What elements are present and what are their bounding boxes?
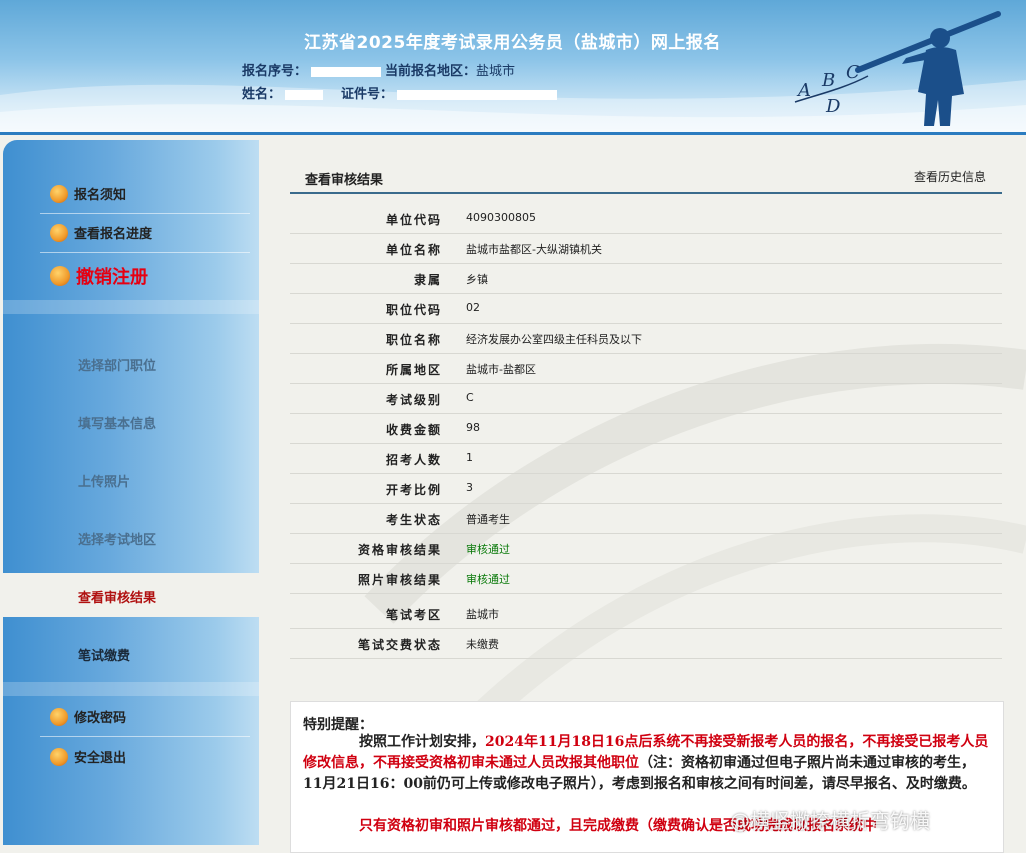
row-value: 普通考生 bbox=[466, 513, 510, 526]
abcd-letter: B bbox=[821, 70, 835, 91]
row-label: 所属地区 bbox=[385, 363, 442, 377]
region-value: 盐城市 bbox=[476, 64, 516, 79]
row-label: 考试级别 bbox=[385, 393, 442, 407]
region-label: 当前报名地区： bbox=[385, 64, 477, 79]
progress-icon bbox=[50, 223, 68, 242]
step-upload-photo[interactable]: 上传照片 bbox=[78, 471, 130, 490]
page-title: 江苏省2025年度考试录用公务员（盐城市）网上报名 bbox=[304, 33, 721, 53]
divider bbox=[40, 736, 250, 737]
row-value: 审核通过 bbox=[466, 543, 510, 556]
sidebar-item-cancel-registration[interactable]: 撤销注册 bbox=[50, 263, 148, 293]
row-label: 考生状态 bbox=[385, 513, 442, 527]
table-row: 笔试考区 盐城市 bbox=[290, 598, 1002, 629]
row-label: 资格审核结果 bbox=[357, 543, 442, 557]
name-masked bbox=[285, 89, 324, 100]
sidebar-band bbox=[3, 300, 259, 314]
row-label: 笔试交费状态 bbox=[357, 638, 442, 652]
row-value: 经济发展办公室四级主任科员及以下 bbox=[466, 333, 642, 346]
cancel-icon bbox=[50, 266, 70, 286]
notice-title: 特别提醒： bbox=[303, 717, 373, 733]
row-value: 3 bbox=[466, 481, 473, 494]
table-row: 所属地区 盐城市-盐都区 bbox=[290, 353, 1002, 384]
logout-icon bbox=[50, 747, 68, 766]
row-label: 收费金额 bbox=[385, 423, 442, 437]
row-label: 隶属 bbox=[413, 273, 442, 287]
table-row: 开考比例 3 bbox=[290, 473, 1002, 504]
sidebar-item-progress[interactable]: 查看报名进度 bbox=[50, 220, 152, 250]
sidebar-item-label: 撤销注册 bbox=[76, 267, 148, 288]
sidebar-item-change-password[interactable]: 修改密码 bbox=[50, 704, 126, 734]
id-masked bbox=[397, 89, 558, 100]
row-value: 4090300805 bbox=[466, 211, 536, 224]
notice-lead: 按照工作计划安排， bbox=[359, 734, 485, 750]
abcd-letter: D bbox=[825, 96, 841, 117]
section-title: 查看审核结果 bbox=[305, 173, 384, 188]
table-row: 考试级别 C bbox=[290, 383, 1002, 414]
identity-info-line: 姓名： 证件号： bbox=[242, 83, 561, 102]
notice-icon bbox=[50, 184, 68, 203]
reg-no-label: 报名序号： bbox=[242, 64, 308, 79]
watermark: @横竖撇捺横折弯钩横 bbox=[730, 809, 930, 833]
row-label: 职位代码 bbox=[385, 303, 442, 317]
name-label: 姓名： bbox=[242, 87, 282, 102]
table-row: 笔试交费状态 未缴费 bbox=[290, 628, 1002, 659]
row-value: 02 bbox=[466, 301, 480, 314]
sidebar-item-label: 安全退出 bbox=[74, 751, 127, 766]
table-row: 照片审核结果 审核通过 bbox=[290, 563, 1002, 594]
row-value: 98 bbox=[466, 421, 480, 434]
step-written-exam-payment[interactable]: 笔试缴费 bbox=[78, 645, 130, 664]
step-label: 查看审核结果 bbox=[78, 591, 157, 606]
sidebar-item-label: 修改密码 bbox=[74, 711, 127, 726]
step-select-exam-area[interactable]: 选择考试地区 bbox=[78, 529, 156, 548]
row-label: 笔试考区 bbox=[385, 608, 442, 622]
view-history-link[interactable]: 查看历史信息 bbox=[914, 168, 986, 185]
table-row: 资格审核结果 审核通过 bbox=[290, 533, 1002, 564]
table-row: 收费金额 98 bbox=[290, 413, 1002, 444]
section-divider bbox=[290, 192, 1002, 194]
row-value: 审核通过 bbox=[466, 573, 510, 586]
reg-no-masked bbox=[311, 66, 382, 77]
step-view-review-result[interactable]: 查看审核结果 bbox=[3, 573, 270, 617]
sidebar-item-label: 报名须知 bbox=[74, 188, 127, 203]
table-row: 隶属 乡镇 bbox=[290, 263, 1002, 294]
password-icon bbox=[50, 707, 68, 726]
page-header: 江苏省2025年度考试录用公务员（盐城市）网上报名 报名序号： 当前报名地区：盐城… bbox=[0, 0, 1026, 135]
sidebar-item-notice[interactable]: 报名须知 bbox=[50, 181, 126, 211]
row-label: 招考人数 bbox=[385, 453, 442, 467]
row-label: 职位名称 bbox=[385, 333, 442, 347]
row-label: 单位名称 bbox=[385, 243, 442, 257]
sidebar-item-logout[interactable]: 安全退出 bbox=[50, 744, 126, 774]
sidebar-item-label: 查看报名进度 bbox=[74, 227, 153, 242]
row-value: C bbox=[466, 391, 474, 404]
table-row: 招考人数 1 bbox=[290, 443, 1002, 474]
row-value: 盐城市-盐都区 bbox=[466, 363, 536, 376]
row-label: 单位代码 bbox=[385, 213, 442, 227]
divider bbox=[40, 213, 250, 214]
step-fill-basic-info[interactable]: 填写基本信息 bbox=[78, 413, 156, 432]
row-value: 未缴费 bbox=[466, 638, 499, 651]
table-row: 单位代码 4090300805 bbox=[290, 203, 1002, 234]
sidebar-band bbox=[3, 682, 259, 696]
step-select-position[interactable]: 选择部门职位 bbox=[78, 355, 156, 374]
row-label: 开考比例 bbox=[385, 483, 442, 497]
id-label: 证件号： bbox=[341, 87, 394, 102]
divider bbox=[40, 252, 250, 253]
registration-info-line: 报名序号： 当前报名地区：盐城市 bbox=[242, 60, 515, 79]
row-value: 盐城市盐都区-大纵湖镇机关 bbox=[466, 243, 602, 256]
table-row: 考生状态 普通考生 bbox=[290, 503, 1002, 534]
table-row: 职位名称 经济发展办公室四级主任科员及以下 bbox=[290, 323, 1002, 354]
teacher-figure-icon bbox=[855, 11, 1001, 126]
table-row: 单位名称 盐城市盐都区-大纵湖镇机关 bbox=[290, 233, 1002, 264]
table-row: 职位代码 02 bbox=[290, 293, 1002, 324]
row-value: 1 bbox=[466, 451, 473, 464]
row-value: 乡镇 bbox=[466, 273, 488, 286]
row-value: 盐城市 bbox=[466, 608, 499, 621]
row-label: 照片审核结果 bbox=[357, 573, 442, 587]
